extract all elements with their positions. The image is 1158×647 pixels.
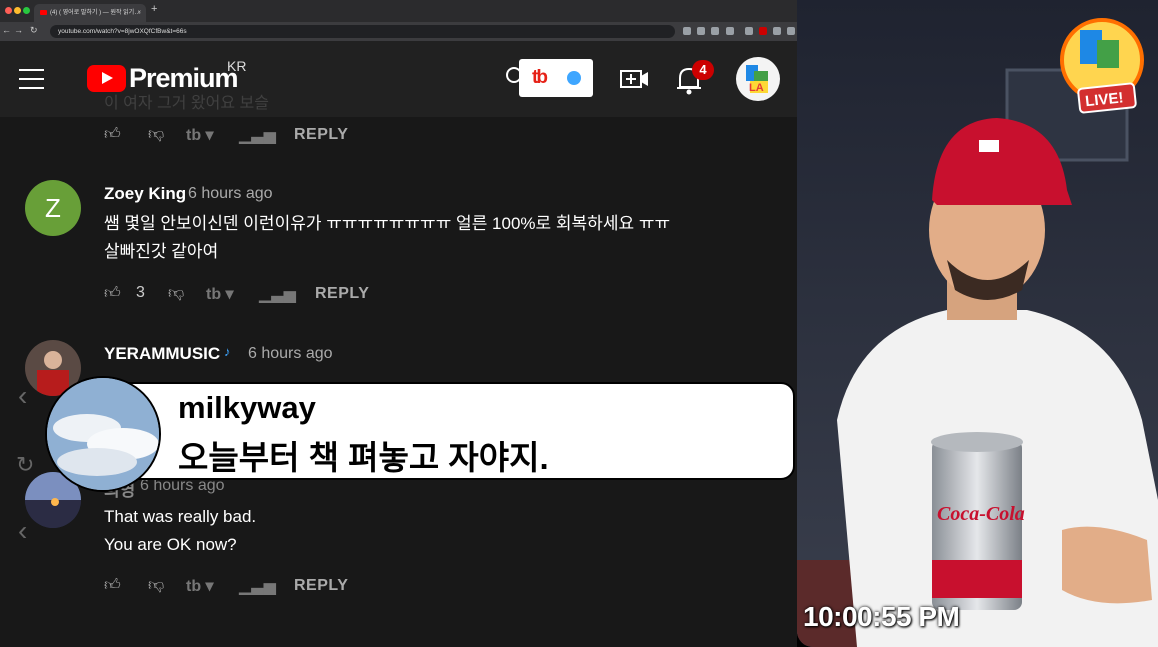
browser-tab-bar: (4) ( 영어로 말하기 ) — 원작 읽기… × + — [0, 0, 797, 22]
comment-author[interactable]: Zoey King — [104, 184, 186, 204]
youtube-premium-label[interactable]: Premium — [129, 63, 239, 94]
close-window-button[interactable] — [5, 7, 12, 14]
extension-icon[interactable] — [683, 27, 691, 35]
notification-badge: 4 — [692, 60, 714, 80]
comment-actions: 👍︎ 3 👎︎ tb ▾ ▁▃▅ REPLY — [104, 284, 384, 308]
address-bar-row: ← → ↻ youtube.com/watch?v=8jwOXQfCfBw&t=… — [0, 22, 797, 41]
reply-button[interactable]: REPLY — [294, 126, 348, 144]
like-icon[interactable]: 👍︎ — [104, 576, 121, 595]
new-tab-button[interactable]: + — [151, 3, 157, 15]
tubebuddy-logo: tb — [532, 67, 548, 88]
comment-text-line: You are OK now? — [104, 535, 237, 554]
menu-icon[interactable] — [19, 69, 44, 96]
tubebuddy-icon[interactable]: tb ▾ — [206, 284, 234, 304]
dislike-icon[interactable]: 👎︎ — [168, 284, 184, 303]
comment-time[interactable]: 6 hours ago — [248, 345, 333, 363]
back-arrow-icon[interactable]: ← — [2, 25, 11, 35]
profile-icon[interactable] — [745, 27, 753, 35]
stats-icon[interactable]: ▁▃▅ — [239, 125, 276, 145]
comment-author[interactable]: YERAMMUSIC — [104, 344, 220, 364]
bookmark-star-icon[interactable] — [726, 27, 734, 35]
clock-overlay: 10:00:55 PM — [803, 601, 960, 632]
dislike-icon[interactable]: 👎︎ — [148, 125, 164, 144]
stats-icon[interactable]: ▁▃▅ — [259, 284, 296, 304]
browser-tab[interactable]: (4) ( 영어로 말하기 ) — 원작 읽기… × — [34, 4, 146, 22]
reload-icon[interactable]: ↻ — [30, 25, 38, 36]
stats-icon[interactable]: ▁▃▅ — [239, 576, 276, 596]
avatar-letter: Z — [45, 193, 61, 223]
superchat-overlay: milkyway 오늘부터 책 펴놓고 자야지. — [45, 376, 795, 492]
overlay-message: 오늘부터 책 펴놓고 자야지. — [178, 439, 549, 476]
comment-actions: 👍︎ 👎︎ tb ▾ ▁▃▅ REPLY — [104, 125, 364, 149]
puzzle-icon[interactable] — [773, 27, 781, 35]
refresh-icon[interactable]: ↻ — [16, 452, 34, 478]
tubebuddy-extension-icon[interactable] — [759, 27, 767, 35]
host-video-frame: Coca-Cola LIVE! — [797, 0, 1158, 647]
overlay-avatar — [45, 376, 161, 492]
reply-button[interactable]: REPLY — [315, 285, 369, 303]
like-count: 3 — [136, 284, 145, 301]
tubebuddy-widget[interactable]: tb — [519, 59, 593, 97]
maximize-window-button[interactable] — [23, 7, 30, 14]
comment-text-line: That was really bad. — [104, 507, 257, 526]
commenter-avatar[interactable]: Z — [25, 180, 81, 236]
minimize-window-button[interactable] — [14, 7, 21, 14]
comment-time[interactable]: 6 hours ago — [188, 185, 273, 203]
youtube-logo-icon[interactable] — [87, 65, 126, 92]
comment-text-line: 쌤 몇일 안보이신덴 이런이유가 ㅠㅠㅠㅠㅠㅠㅠㅠ 얼른 100%로 회복하세요… — [104, 214, 671, 233]
share-icon[interactable] — [711, 27, 719, 35]
region-label: KR — [227, 58, 247, 74]
tab-title: (4) ( 영어로 말하기 ) — 원작 읽기… — [50, 10, 141, 16]
comment-actions: 👍︎ 👎︎ tb ▾ ▁▃▅ REPLY — [104, 576, 364, 600]
overlay-name: milkyway — [178, 390, 316, 425]
dislike-icon[interactable]: 👎︎ — [148, 576, 164, 595]
status-dot-icon — [567, 71, 581, 85]
forward-arrow-icon[interactable]: → — [14, 25, 23, 35]
svg-text:LA: LA — [749, 82, 764, 94]
chevron-left-icon[interactable]: ‹ — [18, 515, 27, 547]
youtube-favicon-icon — [40, 9, 47, 15]
tab-close-icon[interactable]: × — [137, 4, 141, 22]
zoom-icon[interactable] — [697, 27, 705, 35]
like-icon[interactable]: 👍︎ — [104, 125, 121, 144]
artist-badge-icon: ♪ — [224, 344, 231, 359]
tubebuddy-icon[interactable]: tb ▾ — [186, 125, 214, 145]
tubebuddy-icon[interactable]: tb ▾ — [186, 576, 214, 596]
cup-brand-text: Coca-Cola — [937, 503, 1025, 525]
create-video-icon[interactable] — [620, 68, 650, 90]
like-icon[interactable]: 👍︎ — [104, 284, 121, 303]
sidebar-icon[interactable] — [787, 27, 795, 35]
youtube-header: 이 여자 그거 왔어요 보슬 Premium KR tb 4 LA — [0, 41, 797, 117]
browser-window: (4) ( 영어로 말하기 ) — 원작 읽기… × + ← → ↻ youtu… — [0, 0, 797, 647]
comment-text-line: 살빠진갓 같아여 — [104, 242, 219, 261]
account-avatar[interactable]: LA — [736, 57, 780, 101]
chevron-left-icon[interactable]: ‹ — [18, 380, 27, 412]
reply-button[interactable]: REPLY — [294, 577, 348, 595]
video-panel: Coca-Cola LIVE! — [797, 0, 1158, 647]
url-field[interactable]: youtube.com/watch?v=8jwOXQfCfBw&t=66s — [50, 25, 675, 38]
